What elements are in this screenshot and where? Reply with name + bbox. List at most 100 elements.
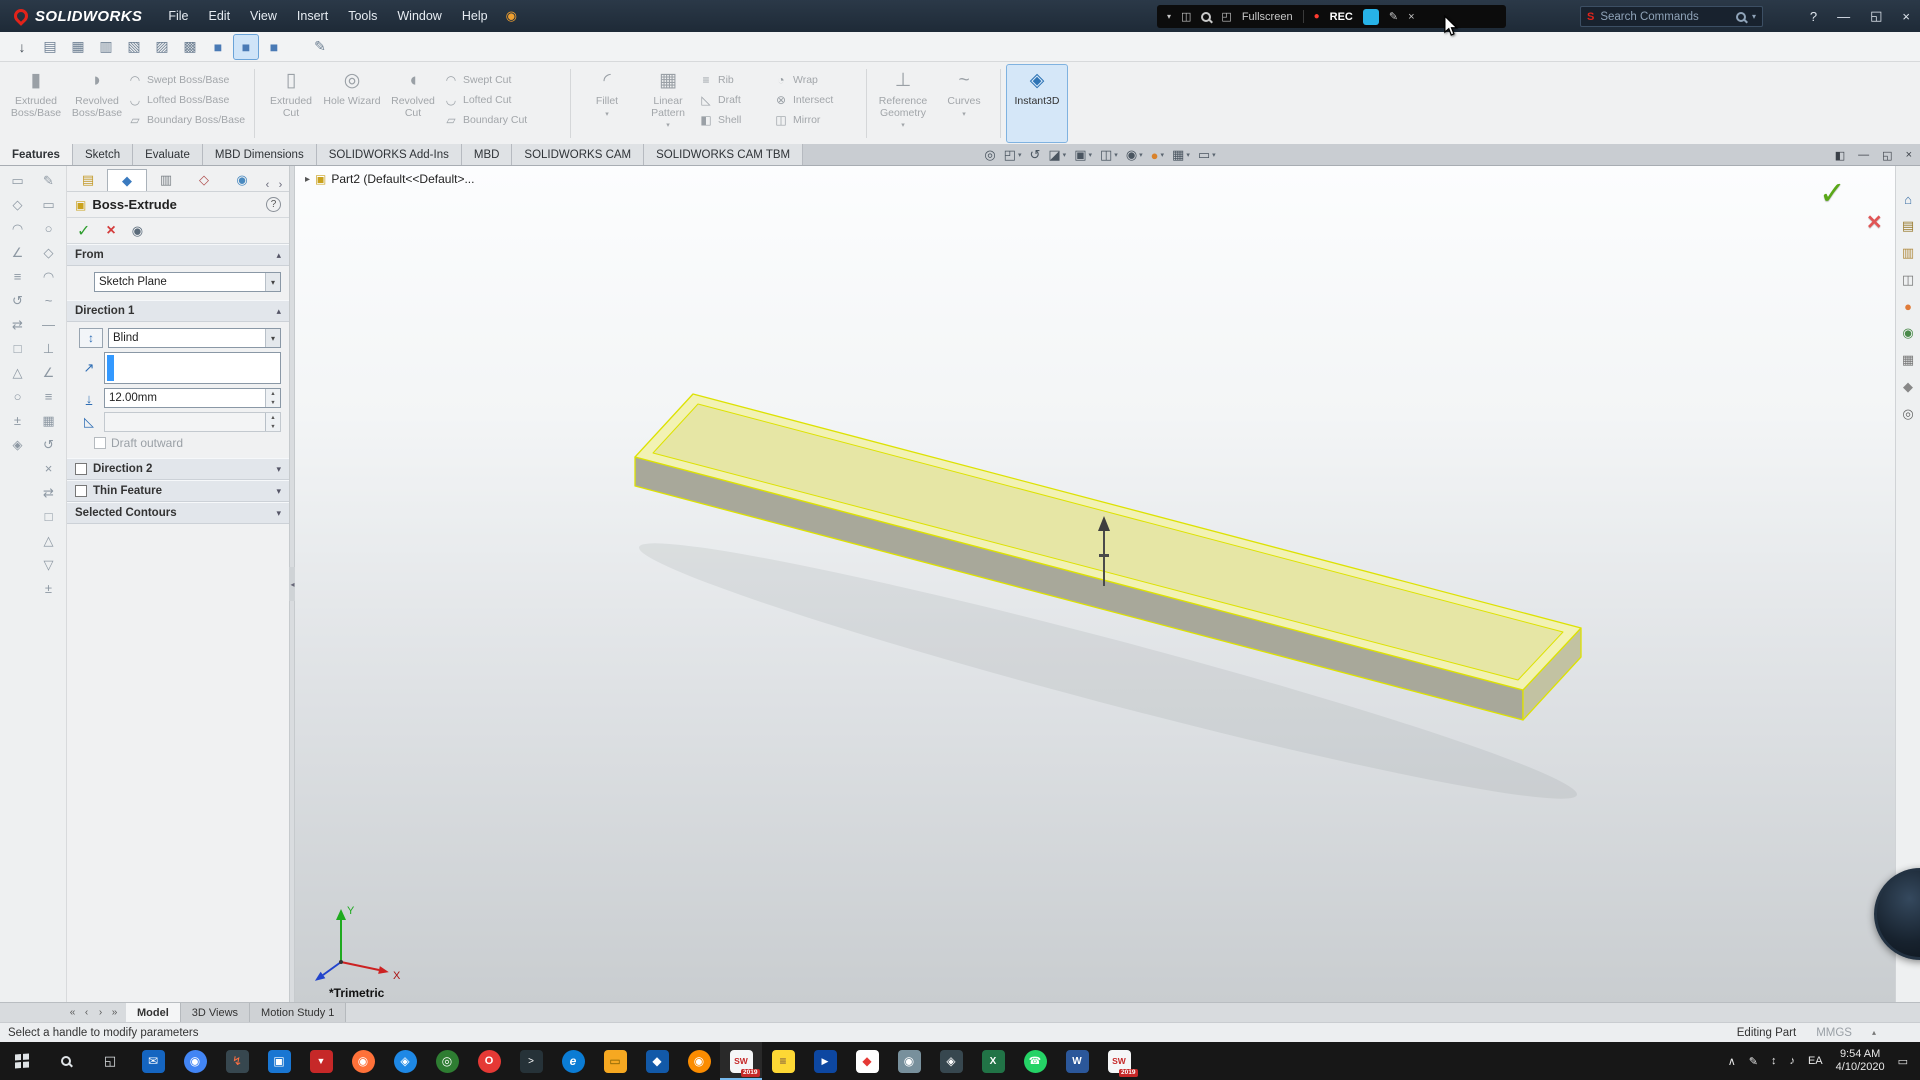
- dimxpertmanager-tab-icon[interactable]: ◇: [185, 169, 223, 191]
- toolbar-icon[interactable]: ↺: [36, 434, 61, 455]
- search-dropdown-icon[interactable]: ▾: [1752, 12, 1756, 21]
- solidworks-icon[interactable]: SW 2019: [720, 1042, 762, 1080]
- spin-down-icon[interactable]: ▼: [266, 398, 280, 407]
- toolbar-icon[interactable]: ✎: [36, 170, 61, 191]
- hole-wizard-button[interactable]: ◎ Hole Wizard: [322, 65, 382, 142]
- volume-tray-icon[interactable]: ♪: [1789, 1055, 1795, 1067]
- zoom-fit-icon[interactable]: ◎: [984, 147, 995, 163]
- toolbar-icon[interactable]: ≡: [36, 386, 61, 407]
- whatsapp-icon[interactable]: ☎: [1014, 1042, 1056, 1080]
- featuremanager-tab-icon[interactable]: ▤: [69, 169, 107, 191]
- recorder-stop-button[interactable]: [1363, 9, 1379, 25]
- red-diamond-app-icon[interactable]: ◆: [846, 1042, 888, 1080]
- confirmation-cancel-button[interactable]: ×: [1867, 208, 1882, 237]
- toolbar-icon[interactable]: ◇: [36, 242, 61, 263]
- graphics-viewport[interactable]: ▸ ▣ Part2 (Default<<Default>... ✓ × Y X …: [295, 166, 1895, 1002]
- resources-icon[interactable]: ⌂: [1904, 192, 1912, 207]
- camera-app-icon[interactable]: ◉: [888, 1042, 930, 1080]
- document-minimize-button[interactable]: —: [1858, 149, 1869, 161]
- taskbar-search-button[interactable]: [44, 1042, 88, 1080]
- intersect-button[interactable]: ⊗ Intersect: [774, 92, 860, 107]
- safari-icon[interactable]: ◈: [384, 1042, 426, 1080]
- toolbar-icon[interactable]: ○: [5, 386, 30, 407]
- edge-icon[interactable]: e: [552, 1042, 594, 1080]
- tab-evaluate[interactable]: Evaluate: [133, 144, 203, 165]
- network-tray-icon[interactable]: ↕: [1771, 1055, 1777, 1067]
- toolbar-icon[interactable]: ▦: [36, 410, 61, 431]
- view-palette-icon[interactable]: ◫: [1902, 272, 1914, 288]
- toolbar-icon[interactable]: ±: [5, 410, 30, 431]
- word-icon[interactable]: W: [1056, 1042, 1098, 1080]
- curves-button[interactable]: ~ Curves ▾: [934, 65, 994, 142]
- hatch-tool-icon-2[interactable]: ▨: [150, 35, 174, 59]
- swept-cut-button[interactable]: ◠ Swept Cut: [444, 72, 564, 87]
- sheet-format-icon[interactable]: ▤: [38, 35, 62, 59]
- recorder-zoom-icon[interactable]: [1201, 12, 1211, 22]
- toolbar-icon[interactable]: ∠: [36, 362, 61, 383]
- propertymanager-tab-icon[interactable]: ◆: [107, 169, 147, 191]
- search-icon[interactable]: [1736, 12, 1746, 22]
- outlook-icon[interactable]: ✉: [132, 1042, 174, 1080]
- draft-angle-input[interactable]: ▲ ▼: [104, 412, 281, 432]
- menu-window[interactable]: Window: [387, 0, 451, 32]
- toolbar-icon[interactable]: —: [36, 314, 61, 335]
- tab-solidworks-add-ins[interactable]: SOLIDWORKS Add-Ins: [317, 144, 462, 165]
- extruded-cut-button[interactable]: ▯ Extruded Cut: [261, 65, 321, 142]
- forum-icon[interactable]: ◆: [1903, 379, 1913, 395]
- hatch-tool-icon-1[interactable]: ▧: [122, 35, 146, 59]
- previous-view-icon[interactable]: ↺: [1029, 147, 1040, 163]
- tab-sketch[interactable]: Sketch: [73, 144, 133, 165]
- search-commands-box[interactable]: S Search Commands ▾: [1580, 6, 1763, 27]
- select-tool-icon[interactable]: ↓: [10, 35, 34, 59]
- design-library-icon[interactable]: ▤: [1902, 218, 1914, 234]
- tab-solidworks-cam-tbm[interactable]: SOLIDWORKS CAM TBM: [644, 144, 803, 165]
- depth-input[interactable]: 12.00mm ▲ ▼: [104, 388, 281, 408]
- linear-pattern-button[interactable]: ▦ Linear Pattern ▾: [638, 65, 698, 142]
- file-explorer-pane-icon[interactable]: ▥: [1902, 245, 1914, 261]
- spin-down-icon[interactable]: ▼: [266, 422, 280, 431]
- toolbar-icon[interactable]: ▭: [36, 194, 61, 215]
- language-indicator[interactable]: EA: [1808, 1055, 1823, 1067]
- toolbar-icon[interactable]: ◠: [36, 266, 61, 287]
- opera-icon[interactable]: O: [468, 1042, 510, 1080]
- toolbar-icon[interactable]: ⇄: [36, 482, 61, 503]
- boundary-boss-base-button[interactable]: ▱ Boundary Boss/Base: [128, 112, 248, 127]
- section-view-icon[interactable]: ◪ ▾: [1048, 147, 1066, 163]
- toolbar-icon[interactable]: ○: [36, 218, 61, 239]
- tab-model[interactable]: Model: [126, 1003, 181, 1022]
- toolbar-icon[interactable]: ▽: [36, 554, 61, 575]
- reference-geometry-button[interactable]: ⊥ Reference Geometry ▾: [873, 65, 933, 142]
- help-icon[interactable]: ?: [266, 197, 281, 212]
- movies-tv-icon[interactable]: ▶: [804, 1042, 846, 1080]
- shell-button[interactable]: ◧ Shell: [699, 112, 773, 127]
- draft-button[interactable]: ◺ Draft: [699, 92, 773, 107]
- restore-button[interactable]: ◱: [1870, 8, 1882, 24]
- settings-gear-icon[interactable]: ◎: [426, 1042, 468, 1080]
- revolved-boss-base-button[interactable]: ◗ Revolved Boss/Base: [67, 65, 127, 142]
- selected-contours-group-header[interactable]: Selected Contours ▾: [67, 502, 289, 524]
- last-tab-icon[interactable]: »: [109, 1007, 120, 1018]
- direction2-group-header[interactable]: Direction 2 ▾: [67, 458, 289, 480]
- pdf-icon[interactable]: ▼: [300, 1042, 342, 1080]
- spin-up-icon[interactable]: ▲: [266, 389, 280, 398]
- pin-icon[interactable]: ◉: [506, 8, 517, 24]
- appearances-icon[interactable]: ●: [1904, 299, 1912, 314]
- edit-appearance-icon[interactable]: ● ▾: [1151, 148, 1164, 163]
- clock[interactable]: 9:54 AM 4/10/2020: [1836, 1048, 1885, 1074]
- document-restore-button[interactable]: ◱: [1882, 149, 1892, 162]
- cancel-button[interactable]: ×: [106, 222, 115, 240]
- wrap-button[interactable]: ◔ Wrap: [774, 72, 860, 87]
- units-label[interactable]: MMGS: [1816, 1027, 1852, 1039]
- hidden-icons-chevron[interactable]: ∧: [1728, 1055, 1736, 1068]
- tab-solidworks-cam[interactable]: SOLIDWORKS CAM: [512, 144, 644, 165]
- attachment-tool-icon[interactable]: ✎: [308, 35, 332, 59]
- action-center-icon[interactable]: ▭: [1898, 1055, 1908, 1068]
- task-view-button[interactable]: ◱: [88, 1042, 132, 1080]
- hatch-tool-icon-3[interactable]: ▩: [178, 35, 202, 59]
- toolbar-icon[interactable]: △: [36, 530, 61, 551]
- close-button[interactable]: ×: [1902, 9, 1910, 24]
- custom-properties-icon[interactable]: ▦: [1902, 352, 1914, 368]
- terminal-icon[interactable]: >: [510, 1042, 552, 1080]
- expand-tree-icon[interactable]: ▸: [305, 174, 310, 185]
- sticky-notes-icon[interactable]: ≡: [762, 1042, 804, 1080]
